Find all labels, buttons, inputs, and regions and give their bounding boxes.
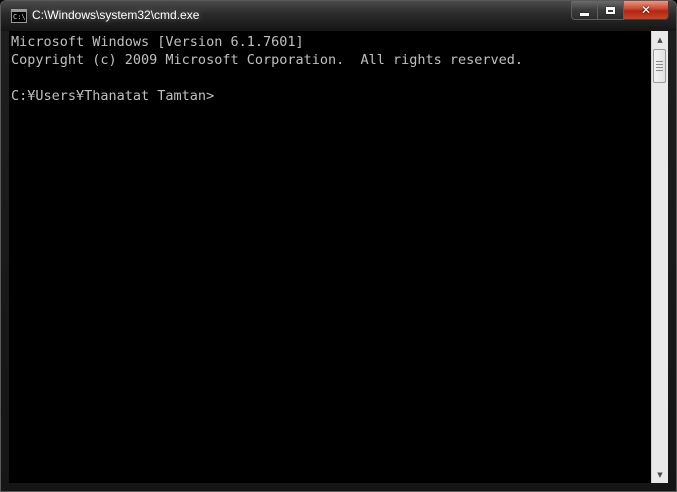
cmd-app-icon[interactable]: C:\: [11, 9, 27, 23]
window-controls: ✕: [571, 1, 669, 20]
grip-line: [656, 64, 663, 65]
vertical-scrollbar[interactable]: ▲ ▼: [651, 31, 668, 483]
scroll-up-button[interactable]: ▲: [652, 31, 668, 48]
scroll-down-button[interactable]: ▼: [652, 466, 668, 483]
cmd-window: C:\ C:\Windows\system32\cmd.exe ✕ Micros…: [0, 0, 677, 492]
grip-line: [656, 67, 663, 68]
close-button[interactable]: ✕: [624, 1, 669, 20]
chevron-down-icon: ▼: [657, 470, 663, 479]
console-line-version: Microsoft Windows [Version 6.1.7601]: [11, 34, 304, 50]
grip-line: [656, 70, 663, 71]
command-prompt[interactable]: C:¥Users¥Thanatat Tamtan>: [11, 87, 214, 105]
minimize-button[interactable]: [571, 1, 598, 20]
maximize-icon: [606, 6, 615, 14]
chevron-up-icon: ▲: [657, 35, 663, 44]
console-line-copyright: Copyright (c) 2009 Microsoft Corporation…: [11, 52, 524, 68]
console-output[interactable]: Microsoft Windows [Version 6.1.7601] Cop…: [9, 31, 651, 483]
minimize-icon: [580, 12, 589, 16]
title-bar[interactable]: C:\ C:\Windows\system32\cmd.exe ✕: [1, 1, 676, 31]
window-title: C:\Windows\system32\cmd.exe: [32, 8, 200, 22]
maximize-button[interactable]: [598, 1, 624, 20]
close-icon: ✕: [640, 3, 652, 17]
grip-line: [656, 61, 663, 62]
scrollbar-thumb[interactable]: [653, 49, 666, 83]
app-icon-text: C:\: [13, 13, 26, 21]
